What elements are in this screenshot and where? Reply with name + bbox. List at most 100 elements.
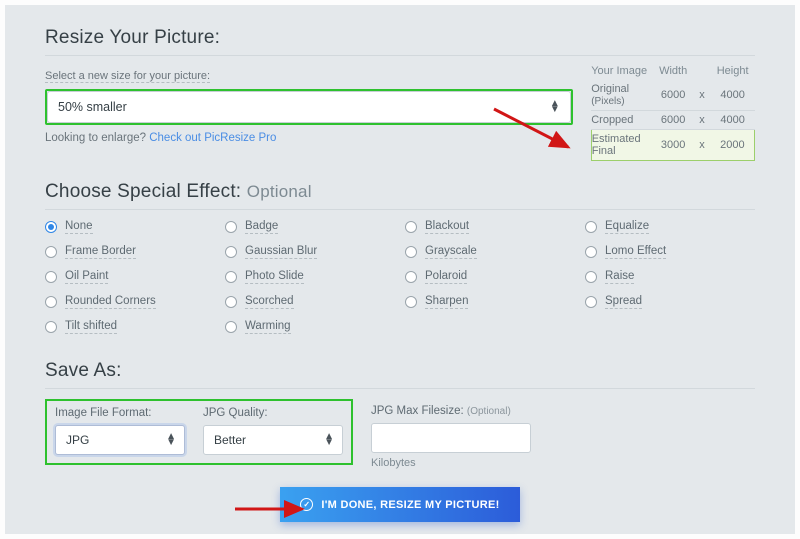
radio-icon [45,221,57,233]
effect-option-equalize[interactable]: Equalize [585,220,755,234]
enlarge-hint: Looking to enlarge? Check out PicResize … [45,132,573,144]
save-highlight: Image File Format: JPG ▲▼ JPG Quality: B… [45,399,353,465]
radio-icon [225,296,237,308]
effect-option-none[interactable]: None [45,220,215,234]
effect-option-grayscale[interactable]: Grayscale [405,245,575,259]
dim-cropped-sep: x [693,111,711,130]
effect-option-tilt-shifted[interactable]: Tilt shifted [45,320,215,334]
radio-icon [585,246,597,258]
radio-icon [225,221,237,233]
dim-estimated-height: 2000 [711,130,755,161]
dim-cropped-width: 6000 [653,111,693,130]
size-select-highlight: 50% smaller ▲▼ [45,89,573,125]
radio-icon [225,321,237,333]
effect-label: Frame Border [65,245,136,259]
effect-option-sharpen[interactable]: Sharpen [405,295,575,309]
radio-icon [585,296,597,308]
radio-icon [45,321,57,333]
effect-label: None [65,220,93,234]
dim-header-height: Height [711,62,755,80]
effects-grid: None Badge Blackout Equalize Frame Border Gau… [45,220,755,334]
format-label: Image File Format: [55,407,185,419]
radio-icon [225,246,237,258]
kb-label: Kilobytes [371,457,531,469]
effect-option-gaussian-blur[interactable]: Gaussian Blur [225,245,395,259]
effect-option-badge[interactable]: Badge [225,220,395,234]
effect-option-scorched[interactable]: Scorched [225,295,395,309]
dim-cropped-height: 4000 [711,111,755,130]
radio-icon [405,246,417,258]
select-arrows-icon: ▲▼ [166,434,176,446]
check-circle-icon: ✓ [300,498,313,511]
effect-option-frame-border[interactable]: Frame Border [45,245,215,259]
effect-label: Tilt shifted [65,320,117,334]
radio-icon [405,271,417,283]
save-title: Save As: [45,360,755,382]
radio-icon [225,271,237,283]
effect-label: Rounded Corners [65,295,156,309]
radio-icon [45,271,57,283]
dimensions-table: Your Image Width Height Original (Pixels… [591,62,755,161]
radio-icon [585,221,597,233]
picresize-pro-link[interactable]: Check out PicResize Pro [149,132,276,144]
effect-label: Spread [605,295,642,309]
size-select-value: 50% smaller [58,100,127,114]
divider [45,209,755,210]
radio-icon [405,221,417,233]
effect-label: Blackout [425,220,469,234]
radio-icon [405,296,417,308]
dim-row-original-label: Original (Pixels) [591,80,653,111]
effect-label: Warming [245,320,291,334]
quality-value: Better [214,433,246,447]
dim-estimated-sep: x [693,130,711,161]
dim-header-your-image: Your Image [591,62,653,80]
effect-label: Polaroid [425,270,467,284]
effect-label: Scorched [245,295,294,309]
select-arrows-icon: ▲▼ [550,101,560,113]
effects-title: Choose Special Effect: Optional [45,181,755,203]
effect-label: Raise [605,270,634,284]
radio-icon [45,296,57,308]
effect-option-photo-slide[interactable]: Photo Slide [225,270,395,284]
dim-original-width: 6000 [653,80,693,111]
size-select[interactable]: 50% smaller ▲▼ [47,91,571,123]
resize-sub-label: Select a new size for your picture: [45,70,210,83]
resize-submit-label: I'M DONE, RESIZE MY PICTURE! [321,499,499,511]
format-value: JPG [66,433,89,447]
dim-header-width: Width [653,62,693,80]
effect-label: Gaussian Blur [245,245,317,259]
effect-option-oil-paint[interactable]: Oil Paint [45,270,215,284]
format-select[interactable]: JPG ▲▼ [55,425,185,455]
divider [45,388,755,389]
dim-estimated-width: 3000 [653,130,693,161]
radio-icon [45,246,57,258]
maxsize-label: JPG Max Filesize: (Optional) [371,405,531,417]
quality-select[interactable]: Better ▲▼ [203,425,343,455]
dim-row-cropped-label: Cropped [591,111,653,130]
effect-label: Oil Paint [65,270,108,284]
effect-label: Equalize [605,220,649,234]
effect-label: Grayscale [425,245,477,259]
effect-option-raise[interactable]: Raise [585,270,755,284]
effect-label: Badge [245,220,278,234]
effect-option-polaroid[interactable]: Polaroid [405,270,575,284]
effect-label: Lomo Effect [605,245,666,259]
maxsize-input[interactable] [371,423,531,453]
select-arrows-icon: ▲▼ [324,434,334,446]
radio-icon [585,271,597,283]
effects-optional: Optional [247,182,312,201]
enlarge-text: Looking to enlarge? [45,132,149,144]
resize-submit-button[interactable]: ✓ I'M DONE, RESIZE MY PICTURE! [280,487,519,522]
dim-original-sep: x [693,80,711,111]
effect-option-blackout[interactable]: Blackout [405,220,575,234]
effect-option-spread[interactable]: Spread [585,295,755,309]
divider [45,55,755,56]
effect-label: Photo Slide [245,270,304,284]
dim-row-estimated-label: Estimated Final [591,130,653,161]
quality-label: JPG Quality: [203,407,343,419]
dim-original-height: 4000 [711,80,755,111]
effect-option-warming[interactable]: Warming [225,320,395,334]
effect-option-rounded-corners[interactable]: Rounded Corners [45,295,215,309]
effect-option-lomo-effect[interactable]: Lomo Effect [585,245,755,259]
resize-title: Resize Your Picture: [45,27,755,49]
